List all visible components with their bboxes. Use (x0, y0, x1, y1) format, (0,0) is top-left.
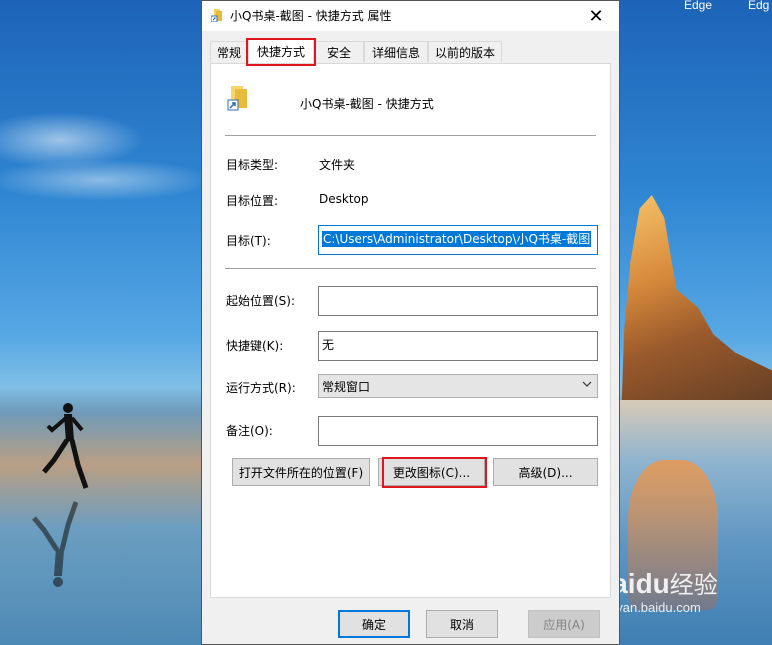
wallpaper-cliff (621, 195, 772, 420)
button-label: 确定 (361, 617, 386, 632)
button-label: 应用(A) (543, 617, 585, 632)
ok-button[interactable]: 确定 (338, 610, 410, 638)
dialog-title: 小Q书桌-截图 - 快捷方式 属性 (230, 9, 392, 23)
run-label: 运行方式(R): (226, 381, 296, 395)
desktop-item-edge[interactable]: Edge (684, 0, 712, 12)
cancel-button[interactable]: 取消 (426, 610, 498, 638)
tab-previous-versions[interactable]: 以前的版本 (428, 41, 502, 62)
separator (225, 268, 596, 269)
hotkey-label: 快捷键(K): (226, 339, 284, 353)
target-input[interactable]: C:\Users\Administrator\Desktop\小Q书桌-截图 (318, 225, 598, 255)
hotkey-input[interactable]: 无 (318, 331, 598, 361)
target-type-label: 目标类型: (226, 158, 279, 172)
dialog-titlebar[interactable]: 小Q书桌-截图 - 快捷方式 属性 ✕ (202, 1, 619, 31)
desktop-item-edge-2[interactable]: Edg (748, 0, 769, 12)
watermark-cn-text: 经验 (669, 571, 718, 599)
shortcut-tab-panel: 小Q书桌-截图 - 快捷方式 目标类型: 文件夹 目标位置: Desktop 目… (210, 63, 611, 598)
run-select-value: 常规窗口 (322, 380, 371, 394)
advanced-button[interactable]: 高级(D)... (493, 458, 598, 486)
button-label: 打开文件所在的位置(F) (238, 465, 364, 480)
red-highlight-box (382, 457, 487, 488)
comment-label: 备注(O): (226, 424, 273, 438)
separator (225, 135, 596, 136)
change-icon-button[interactable]: 更改图标(C)... (378, 457, 487, 488)
run-select[interactable]: 常规窗口 (318, 374, 598, 398)
wallpaper-runner (42, 403, 89, 489)
close-icon: ✕ (588, 5, 604, 27)
watermark-logo-text-2: du (635, 568, 670, 599)
folder-shortcut-icon (211, 9, 222, 22)
chevron-down-icon (582, 379, 592, 392)
start-in-label: 起始位置(S): (226, 294, 296, 308)
tab-details[interactable]: 详细信息 (364, 41, 428, 62)
target-input-value: C:\Users\Administrator\Desktop\小Q书桌-截图 (322, 231, 592, 247)
folder-shortcut-icon (227, 86, 247, 111)
target-type-value: 文件夹 (319, 158, 356, 172)
wallpaper-runner-reflection (32, 501, 79, 587)
open-file-location-button[interactable]: 打开文件所在的位置(F) (232, 458, 370, 486)
properties-dialog: 小Q书桌-截图 - 快捷方式 属性 ✕ 常规 快捷方式 安全 详细信息 以前的版… (201, 0, 620, 645)
red-highlight-box (246, 38, 316, 66)
tab-label: 常规 (216, 45, 241, 60)
tab-label: 安全 (326, 45, 351, 60)
target-label: 目标(T): (226, 234, 271, 248)
tab-shortcut[interactable]: 快捷方式 (246, 38, 316, 66)
target-location-value: Desktop (319, 192, 369, 206)
button-label: 高级(D)... (518, 465, 573, 480)
target-location-label: 目标位置: (226, 194, 279, 208)
apply-button[interactable]: 应用(A) (528, 610, 600, 638)
start-in-input[interactable] (318, 286, 598, 316)
shortcut-name: 小Q书桌-截图 - 快捷方式 (300, 97, 434, 111)
tab-label: 详细信息 (371, 45, 420, 60)
comment-input[interactable] (318, 416, 598, 446)
close-button[interactable]: ✕ (573, 1, 619, 31)
tab-label: 以前的版本 (434, 45, 495, 60)
tab-security[interactable]: 安全 (314, 41, 364, 62)
button-label: 取消 (449, 617, 474, 632)
tab-general[interactable]: 常规 (210, 41, 248, 62)
